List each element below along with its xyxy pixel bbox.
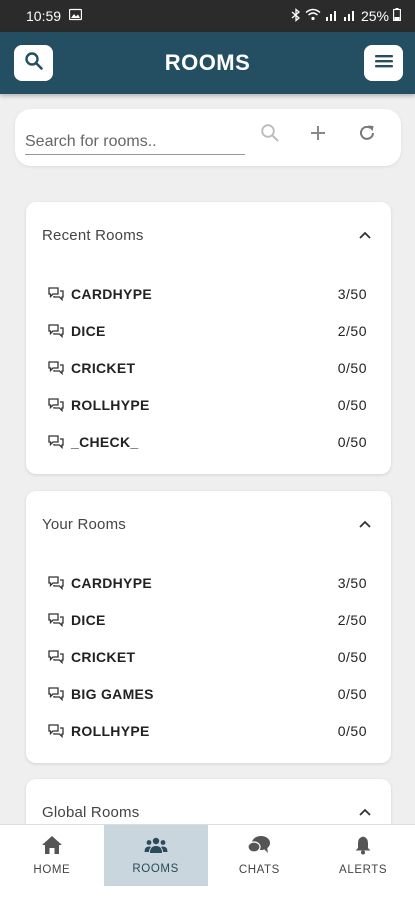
room-name: ROLLHYPE [71,722,150,739]
room-count: 0/50 [337,433,367,450]
room-item[interactable]: CARDHYPE 3/50 [26,565,391,602]
room-count: 0/50 [337,685,367,702]
room-item[interactable]: DICE 2/50 [26,602,391,639]
add-room-icon[interactable] [306,121,330,145]
battery-icon [393,8,401,24]
status-bar: 10:59 25% [0,0,415,32]
room-name: CARDHYPE [71,575,152,592]
nav-home[interactable]: HOME [0,825,104,886]
room-name: CRICKET [71,648,136,665]
room-count: 0/50 [337,359,367,376]
bottom-navigation: HOME ROOMS CHATS ALERTS [0,824,415,886]
nav-label: CHATS [238,864,280,876]
room-name: BIG GAMES [71,685,154,702]
image-notification-icon [68,8,83,24]
groups-icon [144,836,168,859]
recent-rooms-card: Recent Rooms CARDHYPE 3/50 DICE 2/50 CRI… [26,202,391,474]
room-item[interactable]: ROLLHYPE 0/50 [26,386,391,423]
chevron-up-icon[interactable] [355,225,375,245]
room-item[interactable]: CRICKET 0/50 [26,350,391,387]
nav-chats[interactable]: CHATS [208,825,312,886]
chevron-up-icon[interactable] [355,802,375,822]
search-icon [24,51,44,76]
chat-room-icon [48,722,66,740]
room-count: 0/50 [337,722,367,739]
room-count: 3/50 [337,575,367,592]
search-button[interactable] [14,45,53,81]
chat-room-icon [48,611,66,629]
wifi-icon [305,8,321,24]
chat-room-icon [48,648,66,666]
room-count: 2/50 [337,612,367,629]
chevron-up-icon[interactable] [355,514,375,534]
battery-percent: 25% [360,8,389,24]
nav-label: HOME [33,864,71,876]
chat-room-icon [48,285,66,303]
chat-room-icon [48,322,66,340]
bell-icon [354,835,372,860]
your-rooms-header[interactable]: Your Rooms [26,491,391,557]
gesture-area [0,886,415,900]
room-count: 0/50 [337,648,367,665]
section-title: Global Rooms [42,803,140,821]
signal-icon-2 [343,8,357,24]
room-item[interactable]: BIG GAMES 0/50 [26,675,391,712]
signal-icon [325,8,339,24]
search-icon[interactable] [258,121,282,145]
chat-bubbles-icon [247,835,271,860]
nav-rooms[interactable]: ROOMS [103,825,208,886]
bluetooth-icon [291,7,301,25]
section-title: Your Rooms [42,515,126,533]
room-count: 3/50 [337,286,367,303]
nav-label: ALERTS [339,864,388,876]
room-item[interactable]: CRICKET 0/50 [26,639,391,676]
menu-button[interactable] [364,45,403,81]
chat-room-icon [48,574,66,592]
page-title: ROOMS [164,50,251,75]
room-item[interactable]: DICE 2/50 [26,313,391,350]
nav-alerts[interactable]: ALERTS [311,825,415,886]
refresh-icon[interactable] [355,121,379,145]
room-item[interactable]: ROLLHYPE 0/50 [26,712,391,749]
room-name: ROLLHYPE [71,396,150,413]
room-name: CARDHYPE [71,286,152,303]
room-name: DICE [71,323,106,340]
your-rooms-card: Your Rooms CARDHYPE 3/50 DICE 2/50 CRICK… [26,491,391,763]
chat-room-icon [48,433,66,451]
chat-room-icon [48,685,66,703]
search-card [15,109,401,166]
chat-room-icon [48,396,66,414]
room-name: DICE [71,612,106,629]
menu-icon [374,53,394,74]
search-rooms-input[interactable] [25,129,245,155]
recent-rooms-header[interactable]: Recent Rooms [26,202,391,268]
nav-label: ROOMS [132,863,179,875]
home-icon [41,835,63,860]
room-item[interactable]: CARDHYPE 3/50 [26,276,391,313]
section-title: Recent Rooms [42,226,144,244]
room-name: CRICKET [71,359,136,376]
status-time: 10:59 [26,8,62,24]
room-name: _CHECK_ [71,433,139,450]
app-bar: ROOMS [0,32,415,94]
room-count: 0/50 [337,396,367,413]
chat-room-icon [48,359,66,377]
room-item[interactable]: _CHECK_ 0/50 [26,423,391,460]
room-count: 2/50 [337,323,367,340]
